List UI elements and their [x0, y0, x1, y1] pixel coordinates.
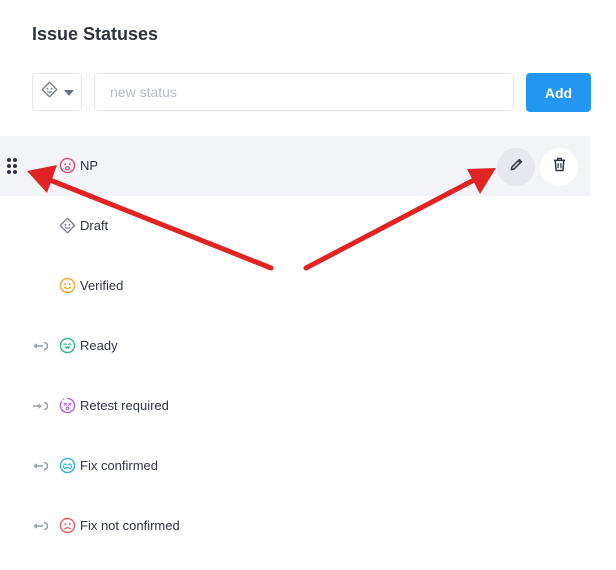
- status-row[interactable]: Retest required: [0, 376, 590, 436]
- edit-status-button[interactable]: [497, 148, 535, 186]
- smile-face-icon: [59, 277, 76, 294]
- status-label: Draft: [80, 218, 109, 233]
- caret-down-icon: [63, 83, 74, 101]
- arrow-left-icon: [32, 459, 49, 473]
- arrow-left-icon: [32, 339, 49, 353]
- delete-status-button[interactable]: [540, 148, 578, 186]
- status-label: Retest required: [80, 398, 169, 413]
- status-row[interactable]: Fix confirmed: [0, 436, 590, 496]
- status-row[interactable]: Verified: [0, 256, 590, 316]
- draft-face-icon: [41, 81, 58, 103]
- dizzy-face-icon: [59, 397, 76, 414]
- arrow-right-icon: [32, 399, 49, 413]
- drag-handle-icon[interactable]: [6, 157, 18, 175]
- pencil-icon: [509, 157, 524, 177]
- arrow-left-icon: [32, 519, 49, 533]
- frown-face-icon: [59, 157, 76, 174]
- new-status-input[interactable]: [94, 73, 514, 111]
- status-label: Verified: [80, 278, 124, 293]
- status-label: Fix not confirmed: [80, 518, 180, 533]
- status-row[interactable]: Ready: [0, 316, 590, 376]
- status-label: Fix confirmed: [80, 458, 159, 473]
- status-row[interactable]: Draft: [0, 196, 590, 256]
- status-row[interactable]: NP: [0, 136, 590, 196]
- status-label: Ready: [80, 338, 118, 353]
- status-row[interactable]: Fix not confirmed: [0, 496, 590, 556]
- add-status-button[interactable]: Add: [526, 73, 591, 112]
- crying-face-icon: [59, 457, 76, 474]
- trash-icon: [553, 157, 566, 177]
- status-label: NP: [80, 158, 99, 173]
- sad-face-icon: [59, 517, 76, 534]
- page-title: Issue Statuses: [32, 24, 159, 44]
- draft-face-icon: [59, 217, 76, 234]
- happy-face-icon: [59, 337, 76, 354]
- status-list: NP Draft Verified Ready Retest required Fix c…: [0, 136, 590, 556]
- status-icon-picker[interactable]: [32, 73, 82, 111]
